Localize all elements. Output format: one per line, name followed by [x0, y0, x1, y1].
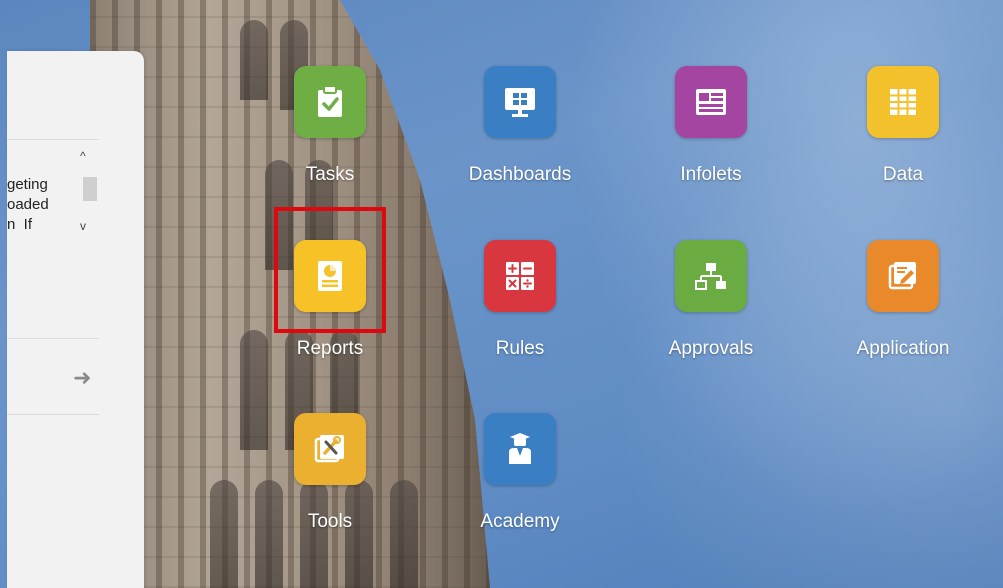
tile-rules[interactable]: Rules [440, 240, 600, 370]
monitor-dashboard-icon [484, 66, 556, 138]
panel-divider [7, 338, 99, 339]
message-line: n If [7, 216, 33, 233]
infolet-card-icon [675, 66, 747, 138]
tile-dashboards[interactable]: Dashboards [440, 66, 600, 196]
tile-label: Rules [495, 338, 545, 359]
application-edit-icon [867, 240, 939, 312]
message-text: geting oaded n If [7, 175, 72, 239]
tile-label: Academy [480, 511, 560, 532]
panel-divider [7, 414, 99, 415]
tile-label: Approvals [668, 338, 754, 359]
academy-graduate-icon [484, 413, 556, 485]
tile-academy[interactable]: Academy [440, 413, 600, 543]
reports-highlight-box [274, 207, 386, 333]
tile-label: Reports [296, 338, 364, 359]
data-grid-icon [867, 66, 939, 138]
tile-label: Tools [307, 511, 353, 532]
next-arrow-icon[interactable]: ➜ [73, 365, 91, 391]
tile-label: Dashboards [468, 164, 572, 185]
tile-label: Infolets [680, 164, 742, 185]
panel-divider [7, 139, 99, 140]
tile-tools[interactable]: Tools [250, 413, 410, 543]
calculator-icon [484, 240, 556, 312]
tile-tasks[interactable]: Tasks [250, 66, 410, 196]
tile-approvals[interactable]: Approvals [631, 240, 791, 370]
tile-data[interactable]: Data [823, 66, 983, 196]
scroll-down-arrow-icon[interactable]: v [80, 219, 86, 233]
message-line: geting [7, 176, 48, 193]
message-line: oaded [7, 196, 49, 213]
tile-label: Application [856, 338, 950, 359]
tile-infolets[interactable]: Infolets [631, 66, 791, 196]
clipboard-check-icon [294, 66, 366, 138]
tile-label: Data [882, 164, 924, 185]
tools-icon [294, 413, 366, 485]
hierarchy-icon [675, 240, 747, 312]
tile-application[interactable]: Application [823, 240, 983, 370]
messages-panel: geting oaded n If ^ v ➜ [7, 51, 144, 588]
scrollbar-thumb[interactable] [83, 177, 97, 201]
scroll-up-arrow-icon[interactable]: ^ [80, 149, 86, 163]
tile-label: Tasks [305, 164, 355, 185]
